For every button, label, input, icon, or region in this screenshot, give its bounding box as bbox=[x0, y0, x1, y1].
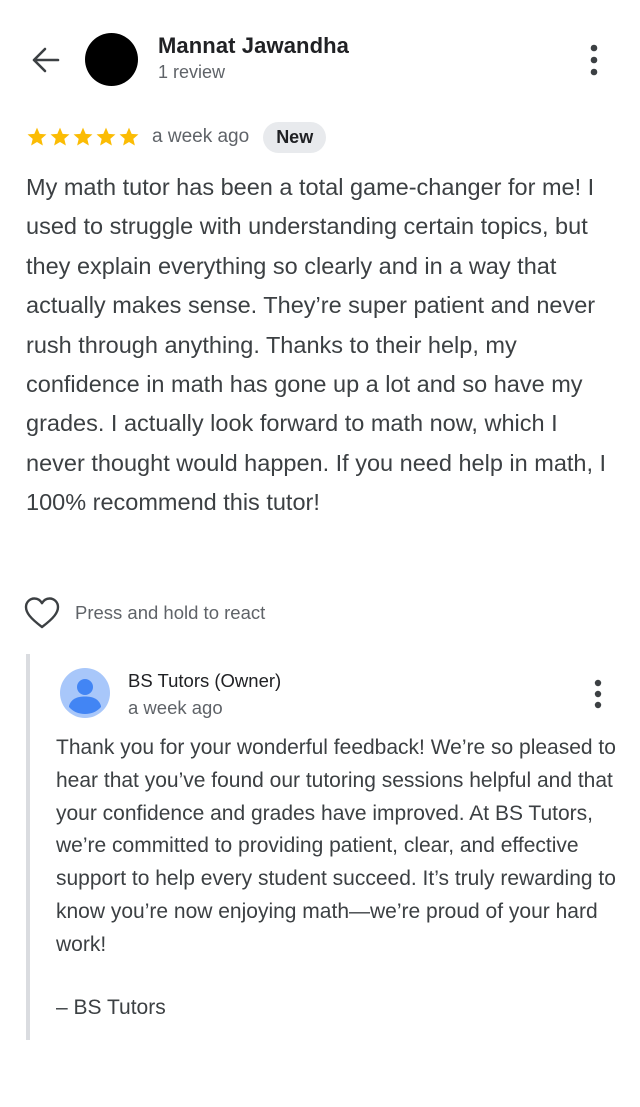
star-icon bbox=[27, 127, 47, 146]
star-rating bbox=[26, 126, 140, 148]
more-vert-icon bbox=[594, 679, 602, 709]
more-options-button[interactable] bbox=[580, 42, 608, 78]
owner-reply-text: Thank you for your wonderful feedback! W… bbox=[56, 736, 616, 956]
review-text: My math tutor has been a total game-chan… bbox=[26, 174, 607, 516]
star-icon bbox=[96, 127, 116, 146]
new-badge: New bbox=[263, 121, 327, 153]
more-vert-icon bbox=[590, 44, 598, 76]
reviewer-avatar[interactable] bbox=[85, 33, 138, 86]
owner-reply: BS Tutors (Owner) a week ago Thank you f… bbox=[26, 654, 620, 1040]
owner-reply-date: a week ago bbox=[128, 697, 223, 718]
star-icon bbox=[73, 127, 93, 146]
star-icon bbox=[119, 127, 139, 146]
review-date: a week ago bbox=[152, 126, 250, 147]
owner-avatar-icon[interactable] bbox=[60, 668, 110, 718]
react-button[interactable]: Press and hold to react bbox=[24, 596, 265, 630]
reviewer-name[interactable]: Mannat Jawandha bbox=[158, 33, 349, 59]
owner-reply-signature: – BS Tutors bbox=[56, 996, 166, 1019]
heart-icon bbox=[24, 597, 60, 629]
arrow-back-icon bbox=[32, 47, 60, 73]
owner-name: BS Tutors (Owner) bbox=[128, 670, 282, 691]
reply-more-options-button[interactable] bbox=[584, 678, 612, 710]
star-icon bbox=[50, 127, 70, 146]
review-meta: a week ago New bbox=[26, 121, 327, 153]
react-label: Press and hold to react bbox=[75, 602, 266, 623]
reviewer-review-count: 1 review bbox=[158, 62, 226, 82]
review-header: Mannat Jawandha 1 review bbox=[0, 0, 640, 110]
back-button[interactable] bbox=[28, 42, 64, 78]
